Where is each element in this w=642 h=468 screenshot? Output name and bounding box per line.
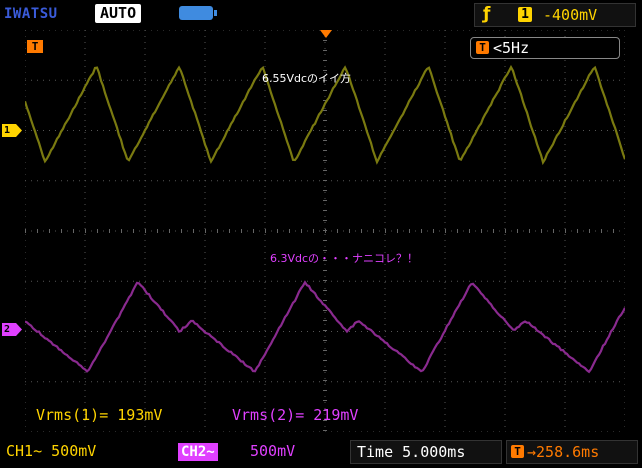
- timebase-text: Time 5.000ms: [357, 443, 465, 461]
- trigger-delay[interactable]: T →258.6ms: [506, 440, 638, 464]
- trigger-panel[interactable]: ƒ 1 -400mV: [474, 3, 636, 27]
- battery-icon: [179, 6, 213, 20]
- ch2-ground-marker[interactable]: 2: [2, 323, 22, 336]
- trigger-edge-icon: ƒ: [483, 4, 490, 24]
- ch1-ground-marker[interactable]: 1: [2, 124, 22, 137]
- ch2-waveform: [25, 282, 625, 372]
- annotation-ch2: 6.3Vdcの・・・ナニコレ？！: [270, 250, 418, 266]
- settings-bar: CH1~ 500mV CH2~ 500mV Time 5.000ms T →25…: [0, 436, 642, 468]
- trigger-icon: T: [511, 445, 524, 458]
- ch1-vrms-measurement: Vrms(1)= 193mV: [36, 406, 162, 424]
- frequency-text: <5Hz: [493, 39, 529, 57]
- brand-logo: IWATSU: [4, 6, 58, 22]
- acquisition-mode-badge[interactable]: AUTO: [95, 4, 141, 23]
- ch2-vrms-measurement: Vrms(2)= 219mV: [232, 406, 358, 424]
- waveform-display[interactable]: [25, 30, 625, 432]
- trigger-level: -400mV: [543, 6, 597, 24]
- ch2-scale[interactable]: 500mV: [250, 442, 295, 460]
- trigger-icon: T: [476, 41, 489, 54]
- timebase[interactable]: Time 5.000ms: [350, 440, 502, 464]
- annotation-ch1: 6.55Vdcのイイ方: [262, 70, 351, 86]
- graticule: [25, 30, 625, 432]
- trigger-delay-text: →258.6ms: [527, 443, 599, 461]
- trigger-position-marker[interactable]: T: [27, 40, 43, 53]
- frequency-readout: T <5Hz: [470, 37, 620, 59]
- trigger-source-badge: 1: [518, 7, 532, 22]
- ch2-tag[interactable]: CH2~: [178, 443, 218, 461]
- ch1-scale[interactable]: CH1~ 500mV: [6, 442, 96, 460]
- status-bar: IWATSU AUTO ƒ 1 -400mV: [0, 0, 642, 28]
- trigger-point-arrow-icon[interactable]: [320, 30, 332, 38]
